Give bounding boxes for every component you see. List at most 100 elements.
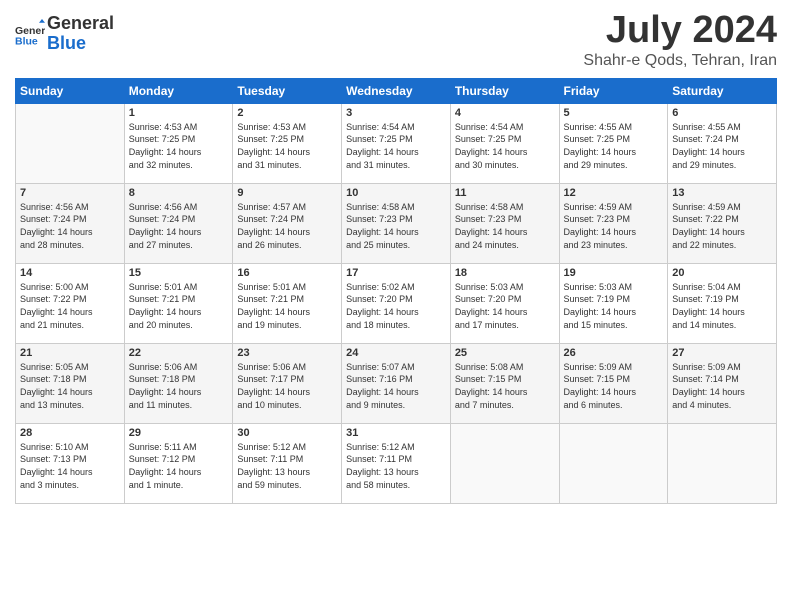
calendar-header-row: Sunday Monday Tuesday Wednesday Thursday… <box>16 78 777 103</box>
day-info: Sunrise: 4:53 AMSunset: 7:25 PMDaylight:… <box>237 121 337 171</box>
day-info: Sunrise: 5:01 AMSunset: 7:21 PMDaylight:… <box>237 281 337 331</box>
table-cell: 22 Sunrise: 5:06 AMSunset: 7:18 PMDayligh… <box>124 343 233 423</box>
day-number: 14 <box>20 267 120 279</box>
logo-icon: General Blue <box>15 19 45 49</box>
table-cell: 8 Sunrise: 4:56 AMSunset: 7:24 PMDaylight… <box>124 183 233 263</box>
table-cell: 27 Sunrise: 5:09 AMSunset: 7:14 PMDayligh… <box>668 343 777 423</box>
table-cell: 21 Sunrise: 5:05 AMSunset: 7:18 PMDayligh… <box>16 343 125 423</box>
day-info: Sunrise: 5:06 AMSunset: 7:17 PMDaylight:… <box>237 361 337 411</box>
day-number: 15 <box>129 267 229 279</box>
table-cell: 29 Sunrise: 5:11 AMSunset: 7:12 PMDayligh… <box>124 423 233 503</box>
calendar-week-row: 1 Sunrise: 4:53 AMSunset: 7:25 PMDaylight… <box>16 103 777 183</box>
day-number: 22 <box>129 347 229 359</box>
day-info: Sunrise: 4:54 AMSunset: 7:25 PMDaylight:… <box>455 121 555 171</box>
day-number: 8 <box>129 187 229 199</box>
table-cell: 2Sunrise: 4:53 AMSunset: 7:25 PMDaylight… <box>233 103 342 183</box>
logo: General Blue GeneralBlue <box>15 14 114 54</box>
calendar-body: 1 Sunrise: 4:53 AMSunset: 7:25 PMDaylight… <box>16 103 777 503</box>
day-number: 31 <box>346 427 446 439</box>
day-info: Sunrise: 4:59 AMSunset: 7:22 PMDaylight:… <box>672 201 772 251</box>
day-info: Sunrise: 5:08 AMSunset: 7:15 PMDaylight:… <box>455 361 555 411</box>
day-number: 13 <box>672 187 772 199</box>
calendar-week-row: 7 Sunrise: 4:56 AMSunset: 7:24 PMDaylight… <box>16 183 777 263</box>
day-number: 28 <box>20 427 120 439</box>
table-cell: 9Sunrise: 4:57 AMSunset: 7:24 PMDaylight… <box>233 183 342 263</box>
day-info: Sunrise: 4:56 AMSunset: 7:24 PMDaylight:… <box>20 201 120 251</box>
day-number: 19 <box>564 267 664 279</box>
table-cell: 10Sunrise: 4:58 AMSunset: 7:23 PMDayligh… <box>342 183 451 263</box>
table-cell <box>559 423 668 503</box>
day-info: Sunrise: 4:56 AMSunset: 7:24 PMDaylight:… <box>129 201 229 251</box>
day-number: 29 <box>129 427 229 439</box>
day-info: Sunrise: 5:01 AMSunset: 7:21 PMDaylight:… <box>129 281 229 331</box>
logo-blue: Blue <box>47 33 86 53</box>
day-number: 11 <box>455 187 555 199</box>
col-wednesday: Wednesday <box>342 78 451 103</box>
day-number: 27 <box>672 347 772 359</box>
day-info: Sunrise: 4:55 AMSunset: 7:24 PMDaylight:… <box>672 121 772 171</box>
calendar-week-row: 21 Sunrise: 5:05 AMSunset: 7:18 PMDayligh… <box>16 343 777 423</box>
day-number: 25 <box>455 347 555 359</box>
table-cell: 18Sunrise: 5:03 AMSunset: 7:20 PMDayligh… <box>450 263 559 343</box>
table-cell <box>450 423 559 503</box>
table-cell: 7 Sunrise: 4:56 AMSunset: 7:24 PMDaylight… <box>16 183 125 263</box>
table-cell: 4Sunrise: 4:54 AMSunset: 7:25 PMDaylight… <box>450 103 559 183</box>
day-info: Sunrise: 5:12 AMSunset: 7:11 PMDaylight:… <box>237 441 337 491</box>
day-info: Sunrise: 4:57 AMSunset: 7:24 PMDaylight:… <box>237 201 337 251</box>
day-info: Sunrise: 5:10 AMSunset: 7:13 PMDaylight:… <box>20 441 120 491</box>
day-number: 30 <box>237 427 337 439</box>
calendar-table: Sunday Monday Tuesday Wednesday Thursday… <box>15 78 777 504</box>
table-cell: 6 Sunrise: 4:55 AMSunset: 7:24 PMDaylight… <box>668 103 777 183</box>
day-info: Sunrise: 5:00 AMSunset: 7:22 PMDaylight:… <box>20 281 120 331</box>
day-number: 1 <box>129 107 229 119</box>
day-info: Sunrise: 5:05 AMSunset: 7:18 PMDaylight:… <box>20 361 120 411</box>
day-number: 6 <box>672 107 772 119</box>
table-cell: 1Sunrise: 4:53 AMSunset: 7:25 PMDaylight… <box>124 103 233 183</box>
table-cell: 17Sunrise: 5:02 AMSunset: 7:20 PMDayligh… <box>342 263 451 343</box>
col-monday: Monday <box>124 78 233 103</box>
calendar-week-row: 14 Sunrise: 5:00 AMSunset: 7:22 PMDayligh… <box>16 263 777 343</box>
table-cell <box>668 423 777 503</box>
day-number: 12 <box>564 187 664 199</box>
day-number: 21 <box>20 347 120 359</box>
day-number: 16 <box>237 267 337 279</box>
location-subtitle: Shahr-e Qods, Tehran, Iran <box>583 52 777 70</box>
day-info: Sunrise: 5:09 AMSunset: 7:15 PMDaylight:… <box>564 361 664 411</box>
table-cell: 16 Sunrise: 5:01 AMSunset: 7:21 PMDayligh… <box>233 263 342 343</box>
day-info: Sunrise: 4:54 AMSunset: 7:25 PMDaylight:… <box>346 121 446 171</box>
day-info: Sunrise: 5:03 AMSunset: 7:19 PMDaylight:… <box>564 281 664 331</box>
day-number: 20 <box>672 267 772 279</box>
day-number: 5 <box>564 107 664 119</box>
table-cell: 20Sunrise: 5:04 AMSunset: 7:19 PMDayligh… <box>668 263 777 343</box>
table-cell: 14 Sunrise: 5:00 AMSunset: 7:22 PMDayligh… <box>16 263 125 343</box>
table-cell: 25 Sunrise: 5:08 AMSunset: 7:15 PMDayligh… <box>450 343 559 423</box>
table-cell: 5Sunrise: 4:55 AMSunset: 7:25 PMDaylight… <box>559 103 668 183</box>
day-number: 7 <box>20 187 120 199</box>
svg-text:Blue: Blue <box>15 35 38 47</box>
day-info: Sunrise: 4:58 AMSunset: 7:23 PMDaylight:… <box>346 201 446 251</box>
day-info: Sunrise: 5:11 AMSunset: 7:12 PMDaylight:… <box>129 441 229 491</box>
month-year-title: July 2024 <box>583 10 777 52</box>
table-cell: 3 Sunrise: 4:54 AMSunset: 7:25 PMDaylight… <box>342 103 451 183</box>
day-info: Sunrise: 5:09 AMSunset: 7:14 PMDaylight:… <box>672 361 772 411</box>
day-number: 17 <box>346 267 446 279</box>
day-number: 3 <box>346 107 446 119</box>
table-cell: 30 Sunrise: 5:12 AMSunset: 7:11 PMDayligh… <box>233 423 342 503</box>
day-info: Sunrise: 5:07 AMSunset: 7:16 PMDaylight:… <box>346 361 446 411</box>
col-sunday: Sunday <box>16 78 125 103</box>
day-info: Sunrise: 5:12 AMSunset: 7:11 PMDaylight:… <box>346 441 446 491</box>
table-cell: 11Sunrise: 4:58 AMSunset: 7:23 PMDayligh… <box>450 183 559 263</box>
day-info: Sunrise: 5:06 AMSunset: 7:18 PMDaylight:… <box>129 361 229 411</box>
table-cell: 15 Sunrise: 5:01 AMSunset: 7:21 PMDayligh… <box>124 263 233 343</box>
day-info: Sunrise: 4:59 AMSunset: 7:23 PMDaylight:… <box>564 201 664 251</box>
day-number: 26 <box>564 347 664 359</box>
table-cell: 24Sunrise: 5:07 AMSunset: 7:16 PMDayligh… <box>342 343 451 423</box>
table-cell: 23 Sunrise: 5:06 AMSunset: 7:17 PMDayligh… <box>233 343 342 423</box>
col-saturday: Saturday <box>668 78 777 103</box>
day-number: 18 <box>455 267 555 279</box>
table-cell: 28 Sunrise: 5:10 AMSunset: 7:13 PMDayligh… <box>16 423 125 503</box>
table-cell: 12 Sunrise: 4:59 AMSunset: 7:23 PMDayligh… <box>559 183 668 263</box>
day-number: 23 <box>237 347 337 359</box>
header: General Blue GeneralBlue July 2024 Shahr… <box>15 10 777 70</box>
logo-text: GeneralBlue <box>47 14 114 54</box>
